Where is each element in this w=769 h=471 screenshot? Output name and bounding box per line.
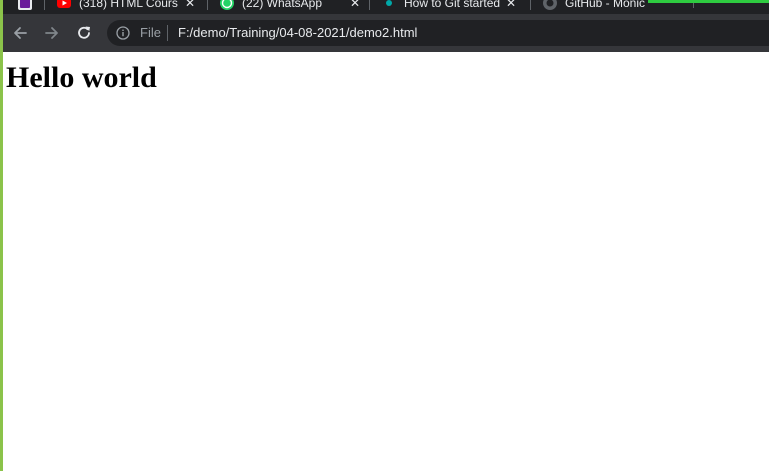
reload-button[interactable]	[73, 22, 95, 44]
progress-bar	[648, 0, 769, 3]
tab-git-started[interactable]: How to Git started ✕	[382, 0, 522, 13]
tab-strip: (318) HTML Cours ✕ (22) WhatsApp ✕ How t…	[0, 0, 769, 14]
browser-toolbar: File F:/demo/Training/04-08-2021/demo2.h…	[0, 14, 769, 52]
tab-app[interactable]	[18, 0, 40, 13]
page-heading: Hello world	[6, 61, 157, 94]
tab-title: (22) WhatsApp	[242, 0, 323, 10]
tab-whatsapp[interactable]: (22) WhatsApp ✕	[220, 0, 360, 13]
url-text[interactable]: F:/demo/Training/04-08-2021/demo2.html	[178, 25, 417, 40]
back-button[interactable]	[9, 22, 31, 44]
tab-title: (318) HTML Cours	[79, 0, 178, 10]
app-icon	[18, 0, 32, 10]
info-icon[interactable]	[116, 26, 130, 40]
tab-title: How to Git started	[404, 0, 500, 10]
tab-separator	[44, 0, 45, 10]
github-icon	[543, 0, 557, 10]
window-left-edge	[0, 0, 3, 471]
tab-separator	[530, 0, 531, 10]
tab-separator	[207, 0, 208, 10]
address-bar[interactable]: File F:/demo/Training/04-08-2021/demo2.h…	[107, 20, 769, 46]
close-icon[interactable]: ✕	[506, 0, 516, 9]
page-content: Hello world	[0, 52, 769, 471]
whatsapp-icon	[220, 0, 234, 10]
tab-html-course[interactable]: (318) HTML Cours ✕	[57, 0, 197, 13]
reload-icon	[78, 26, 90, 39]
tab-separator	[369, 0, 370, 10]
arrow-left-icon	[14, 27, 27, 39]
divider	[167, 25, 168, 41]
youtube-icon	[57, 0, 71, 10]
arrow-right-icon	[45, 27, 58, 39]
page-icon	[382, 0, 396, 10]
close-icon[interactable]: ✕	[185, 0, 195, 9]
forward-button[interactable]	[41, 22, 63, 44]
close-icon[interactable]: ✕	[350, 0, 360, 9]
scheme-label: File	[140, 25, 161, 40]
